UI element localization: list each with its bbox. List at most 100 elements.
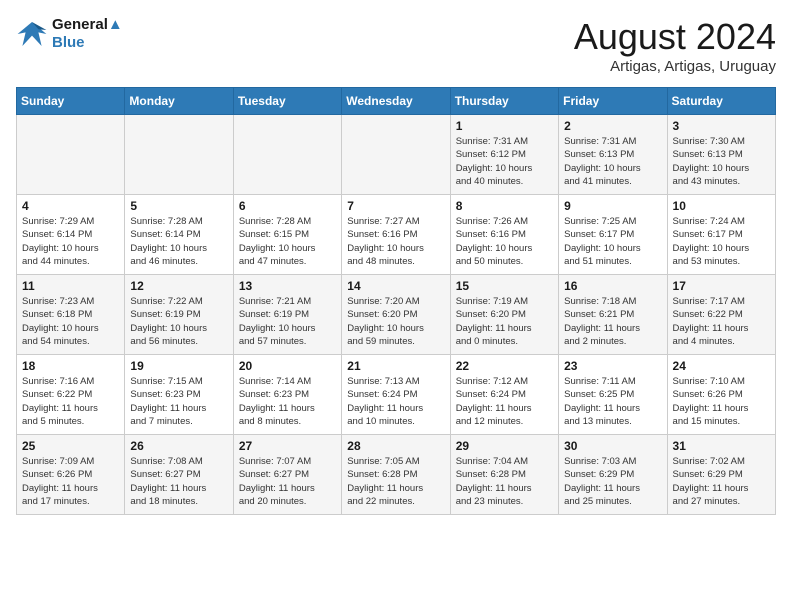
calendar-cell: 4 Sunrise: 7:29 AM Sunset: 6:14 PM Daylig…	[17, 195, 125, 275]
day-info: Sunrise: 7:08 AM Sunset: 6:27 PM Dayligh…	[130, 455, 227, 508]
day-number: 31	[673, 439, 770, 453]
day-info: Sunrise: 7:09 AM Sunset: 6:26 PM Dayligh…	[22, 455, 119, 508]
calendar-cell: 6Sunrise: 7:28 AM Sunset: 6:15 PM Daylig…	[233, 195, 341, 275]
calendar-cell: 26 Sunrise: 7:08 AM Sunset: 6:27 PM Dayli…	[125, 435, 233, 515]
title-block: August 2024 Artigas, Artigas, Uruguay	[574, 16, 776, 75]
day-number: 13	[239, 279, 336, 293]
weekday-header-wednesday: Wednesday	[342, 88, 450, 115]
calendar-week-4: 18 Sunrise: 7:16 AM Sunset: 6:22 PM Dayli…	[17, 355, 776, 435]
day-info: Sunrise: 7:31 AM Sunset: 6:12 PM Dayligh…	[456, 135, 553, 188]
day-number: 21	[347, 359, 444, 373]
day-info: Sunrise: 7:28 AM Sunset: 6:14 PM Dayligh…	[130, 215, 227, 268]
day-number: 18	[22, 359, 119, 373]
calendar-cell: 2Sunrise: 7:31 AM Sunset: 6:13 PM Daylig…	[559, 115, 667, 195]
day-info: Sunrise: 7:27 AM Sunset: 6:16 PM Dayligh…	[347, 215, 444, 268]
day-number: 15	[456, 279, 553, 293]
calendar-cell: 12Sunrise: 7:22 AM Sunset: 6:19 PM Dayli…	[125, 275, 233, 355]
calendar-cell: 23 Sunrise: 7:11 AM Sunset: 6:25 PM Dayli…	[559, 355, 667, 435]
day-info: Sunrise: 7:23 AM Sunset: 6:18 PM Dayligh…	[22, 295, 119, 348]
day-number: 2	[564, 119, 661, 133]
day-number: 29	[456, 439, 553, 453]
calendar-cell	[125, 115, 233, 195]
day-info: Sunrise: 7:26 AM Sunset: 6:16 PM Dayligh…	[456, 215, 553, 268]
logo-icon	[16, 18, 48, 50]
day-info: Sunrise: 7:16 AM Sunset: 6:22 PM Dayligh…	[22, 375, 119, 428]
day-number: 22	[456, 359, 553, 373]
day-number: 28	[347, 439, 444, 453]
day-info: Sunrise: 7:30 AM Sunset: 6:13 PM Dayligh…	[673, 135, 770, 188]
calendar-cell: 13 Sunrise: 7:21 AM Sunset: 6:19 PM Dayli…	[233, 275, 341, 355]
calendar-cell: 22 Sunrise: 7:12 AM Sunset: 6:24 PM Dayli…	[450, 355, 558, 435]
calendar-cell: 18 Sunrise: 7:16 AM Sunset: 6:22 PM Dayli…	[17, 355, 125, 435]
day-info: Sunrise: 7:04 AM Sunset: 6:28 PM Dayligh…	[456, 455, 553, 508]
day-number: 27	[239, 439, 336, 453]
day-info: Sunrise: 7:17 AM Sunset: 6:22 PM Dayligh…	[673, 295, 770, 348]
calendar-cell	[233, 115, 341, 195]
calendar-cell: 16 Sunrise: 7:18 AM Sunset: 6:21 PM Dayli…	[559, 275, 667, 355]
calendar-cell: 25 Sunrise: 7:09 AM Sunset: 6:26 PM Dayli…	[17, 435, 125, 515]
day-info: Sunrise: 7:05 AM Sunset: 6:28 PM Dayligh…	[347, 455, 444, 508]
day-number: 23	[564, 359, 661, 373]
day-info: Sunrise: 7:18 AM Sunset: 6:21 PM Dayligh…	[564, 295, 661, 348]
day-info: Sunrise: 7:24 AM Sunset: 6:17 PM Dayligh…	[673, 215, 770, 268]
calendar-cell	[342, 115, 450, 195]
day-number: 20	[239, 359, 336, 373]
day-info: Sunrise: 7:25 AM Sunset: 6:17 PM Dayligh…	[564, 215, 661, 268]
day-number: 8	[456, 199, 553, 213]
day-number: 30	[564, 439, 661, 453]
calendar-cell: 9 Sunrise: 7:25 AM Sunset: 6:17 PM Daylig…	[559, 195, 667, 275]
calendar-cell: 30 Sunrise: 7:03 AM Sunset: 6:29 PM Dayli…	[559, 435, 667, 515]
day-number: 26	[130, 439, 227, 453]
day-number: 24	[673, 359, 770, 373]
calendar-week-5: 25 Sunrise: 7:09 AM Sunset: 6:26 PM Dayli…	[17, 435, 776, 515]
day-info: Sunrise: 7:12 AM Sunset: 6:24 PM Dayligh…	[456, 375, 553, 428]
day-number: 11	[22, 279, 119, 293]
calendar-cell: 3 Sunrise: 7:30 AM Sunset: 6:13 PM Daylig…	[667, 115, 775, 195]
day-number: 19	[130, 359, 227, 373]
day-info: Sunrise: 7:07 AM Sunset: 6:27 PM Dayligh…	[239, 455, 336, 508]
location: Artigas, Artigas, Uruguay	[574, 58, 776, 75]
logo: General▲ Blue	[16, 16, 123, 52]
day-info: Sunrise: 7:11 AM Sunset: 6:25 PM Dayligh…	[564, 375, 661, 428]
calendar-cell: 27 Sunrise: 7:07 AM Sunset: 6:27 PM Dayli…	[233, 435, 341, 515]
day-number: 4	[22, 199, 119, 213]
day-info: Sunrise: 7:21 AM Sunset: 6:19 PM Dayligh…	[239, 295, 336, 348]
calendar-cell: 8 Sunrise: 7:26 AM Sunset: 6:16 PM Daylig…	[450, 195, 558, 275]
calendar-cell	[17, 115, 125, 195]
day-number: 16	[564, 279, 661, 293]
day-number: 17	[673, 279, 770, 293]
day-number: 1	[456, 119, 553, 133]
day-info: Sunrise: 7:29 AM Sunset: 6:14 PM Dayligh…	[22, 215, 119, 268]
calendar-cell: 1 Sunrise: 7:31 AM Sunset: 6:12 PM Daylig…	[450, 115, 558, 195]
calendar-cell: 17 Sunrise: 7:17 AM Sunset: 6:22 PM Dayli…	[667, 275, 775, 355]
month-title: August 2024	[574, 16, 776, 58]
weekday-header-sunday: Sunday	[17, 88, 125, 115]
weekday-header-row: SundayMondayTuesdayWednesdayThursdayFrid…	[17, 88, 776, 115]
calendar-week-3: 11 Sunrise: 7:23 AM Sunset: 6:18 PM Dayli…	[17, 275, 776, 355]
calendar-cell: 19Sunrise: 7:15 AM Sunset: 6:23 PM Dayli…	[125, 355, 233, 435]
day-info: Sunrise: 7:10 AM Sunset: 6:26 PM Dayligh…	[673, 375, 770, 428]
weekday-header-monday: Monday	[125, 88, 233, 115]
logo-text: General▲ Blue	[52, 16, 123, 52]
calendar-cell: 11 Sunrise: 7:23 AM Sunset: 6:18 PM Dayli…	[17, 275, 125, 355]
weekday-header-thursday: Thursday	[450, 88, 558, 115]
calendar-cell: 31Sunrise: 7:02 AM Sunset: 6:29 PM Dayli…	[667, 435, 775, 515]
day-number: 25	[22, 439, 119, 453]
day-number: 5	[130, 199, 227, 213]
calendar-cell: 21Sunrise: 7:13 AM Sunset: 6:24 PM Dayli…	[342, 355, 450, 435]
calendar-cell: 7Sunrise: 7:27 AM Sunset: 6:16 PM Daylig…	[342, 195, 450, 275]
page-header: General▲ Blue August 2024 Artigas, Artig…	[16, 16, 776, 75]
weekday-header-friday: Friday	[559, 88, 667, 115]
day-info: Sunrise: 7:03 AM Sunset: 6:29 PM Dayligh…	[564, 455, 661, 508]
calendar-week-1: 1 Sunrise: 7:31 AM Sunset: 6:12 PM Daylig…	[17, 115, 776, 195]
weekday-header-tuesday: Tuesday	[233, 88, 341, 115]
day-number: 9	[564, 199, 661, 213]
day-info: Sunrise: 7:19 AM Sunset: 6:20 PM Dayligh…	[456, 295, 553, 348]
calendar-cell: 10Sunrise: 7:24 AM Sunset: 6:17 PM Dayli…	[667, 195, 775, 275]
day-number: 12	[130, 279, 227, 293]
day-number: 3	[673, 119, 770, 133]
calendar-cell: 5 Sunrise: 7:28 AM Sunset: 6:14 PM Daylig…	[125, 195, 233, 275]
weekday-header-saturday: Saturday	[667, 88, 775, 115]
day-number: 14	[347, 279, 444, 293]
calendar-cell: 14Sunrise: 7:20 AM Sunset: 6:20 PM Dayli…	[342, 275, 450, 355]
